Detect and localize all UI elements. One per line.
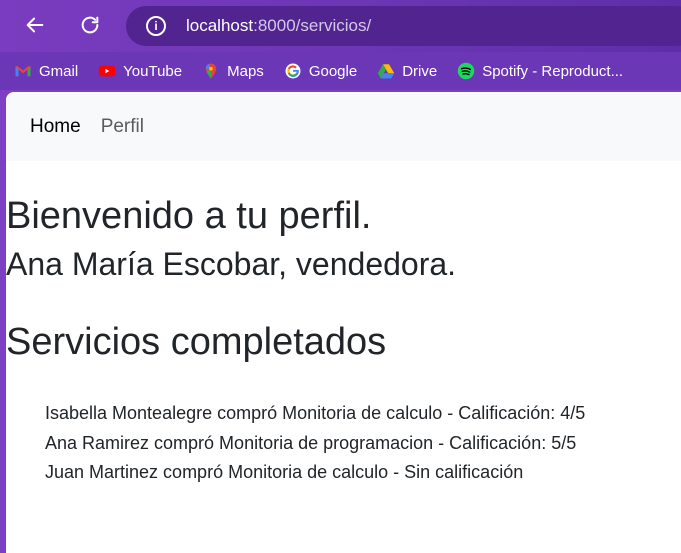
bookmarks-bar: Gmail YouTube Maps Google Drive Spotify … xyxy=(0,52,681,90)
nav-link-home[interactable]: Home xyxy=(30,116,81,138)
list-item: Isabella Montealegre compró Monitoria de… xyxy=(45,403,586,423)
back-arrow-icon[interactable] xyxy=(20,10,50,40)
welcome-heading: Bienvenido a tu perfil. xyxy=(6,195,372,237)
bookmark-label: Drive xyxy=(402,62,438,80)
bookmark-drive[interactable]: Drive xyxy=(377,62,437,80)
gmail-icon xyxy=(15,65,31,77)
site-navbar: Home Perfil xyxy=(6,92,681,161)
section-title: Servicios completados xyxy=(6,321,387,363)
youtube-icon xyxy=(98,65,116,77)
spotify-icon xyxy=(457,62,475,80)
bookmark-maps[interactable]: Maps xyxy=(202,62,264,80)
bookmark-gmail[interactable]: Gmail xyxy=(14,62,78,80)
google-icon xyxy=(285,63,301,79)
bookmark-label: Spotify - Reproduct... xyxy=(482,62,624,80)
list-item: Ana Ramirez compró Monitoria de programa… xyxy=(45,432,577,453)
info-icon[interactable]: i xyxy=(146,16,166,36)
reload-icon[interactable] xyxy=(75,10,105,40)
url-path: :8000/servicios/ xyxy=(253,16,372,35)
bookmark-label: Maps xyxy=(227,62,264,80)
address-bar[interactable]: i localhost:8000/servicios/ xyxy=(126,6,681,46)
browser-toolbar: i localhost:8000/servicios/ xyxy=(0,0,681,52)
bookmark-youtube[interactable]: YouTube xyxy=(98,62,182,80)
drive-icon xyxy=(377,64,395,79)
bookmark-google[interactable]: Google xyxy=(284,62,357,80)
user-heading: Ana María Escobar, vendedora. xyxy=(6,246,457,282)
bookmark-spotify[interactable]: Spotify - Reproduct... xyxy=(457,62,623,80)
list-item: Juan Martinez compró Monitoria de calcul… xyxy=(45,462,524,482)
nav-link-perfil[interactable]: Perfil xyxy=(101,116,144,138)
bookmark-label: Google xyxy=(308,62,358,80)
bookmark-label: Gmail xyxy=(39,62,79,80)
main-content: Bienvenido a tu perfil. Ana María Escoba… xyxy=(6,194,681,488)
services-list: Isabella Montealegre compró Monitoria de… xyxy=(6,399,681,488)
maps-icon xyxy=(205,63,217,79)
url-host: localhost xyxy=(186,16,254,35)
page-viewport: Home Perfil Bienvenido a tu perfil. Ana … xyxy=(6,92,681,553)
bookmark-label: YouTube xyxy=(123,62,183,80)
